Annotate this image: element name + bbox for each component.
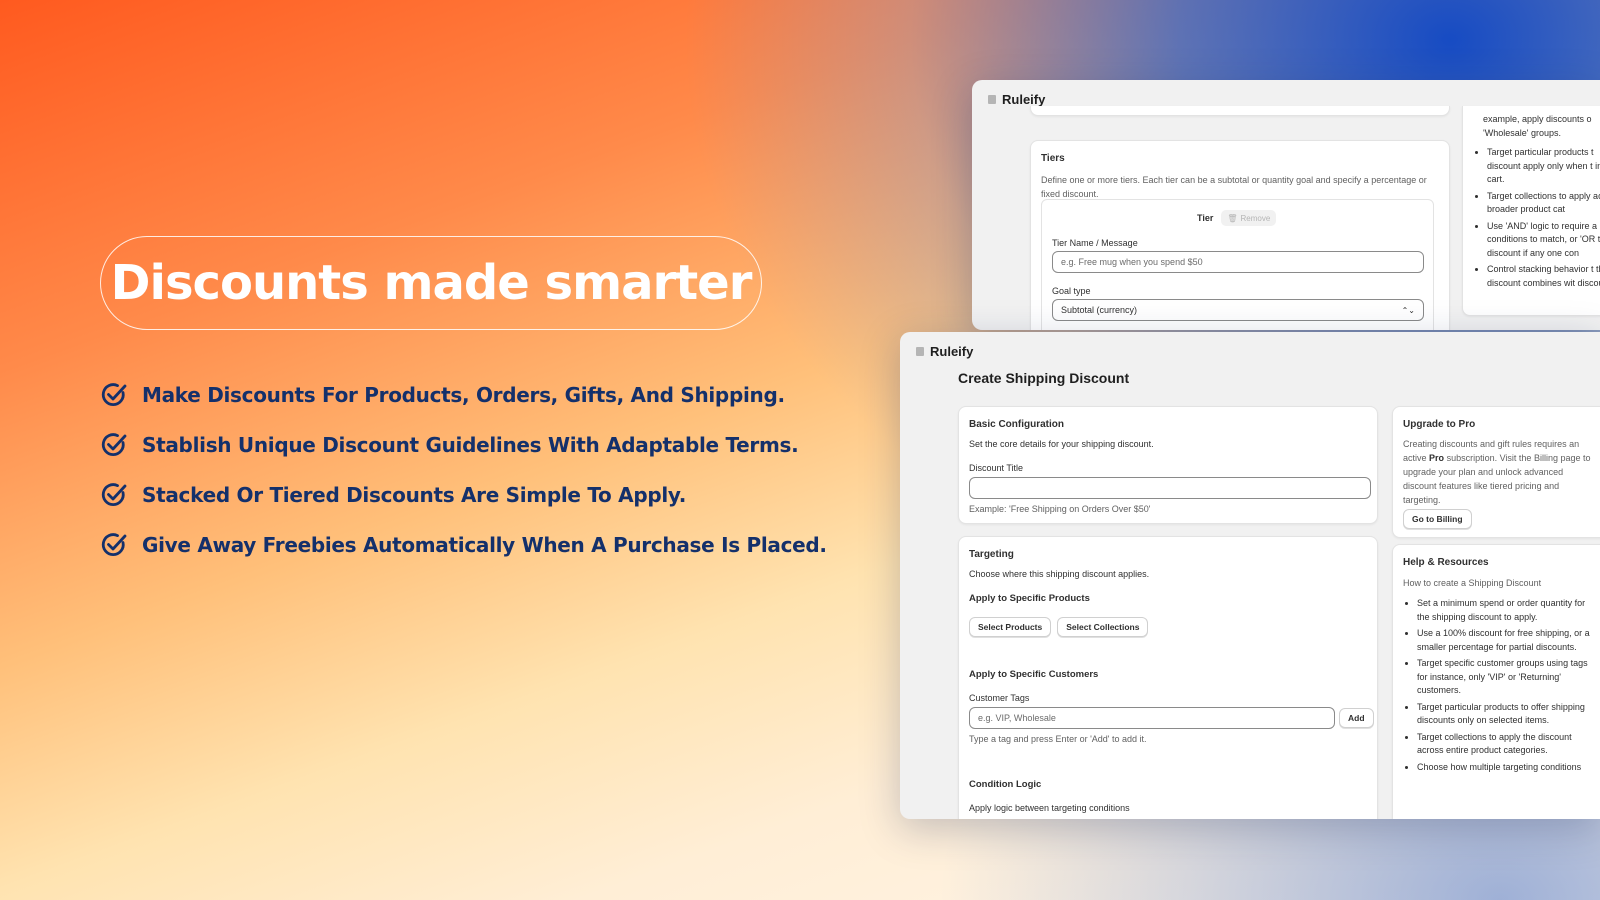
tier-label: Tier [1197,213,1214,223]
app-icon [916,346,924,356]
headline-pill: Discounts made smarter [100,236,762,330]
condition-logic-description: Apply logic between targeting conditions [969,803,1130,813]
check-circle-icon [101,483,127,507]
basic-configuration-card: Basic Configuration Set the core details… [958,406,1378,524]
discount-title-label: Discount Title [969,463,1024,473]
select-products-button[interactable]: Select Products [969,617,1052,637]
feature-item: Stablish Unique Discount Guidelines With… [100,420,827,470]
customer-tags-input[interactable]: e.g. VIP, Wholesale [969,707,1335,729]
list-item: Target particular products to offer ship… [1417,701,1599,728]
product-buttons: Select Products Select Collections [969,617,1149,637]
targeting-description: Choose where this shipping discount appl… [969,569,1150,579]
feature-item: Stacked Or Tiered Discounts Are Simple T… [100,470,827,520]
feature-item: Make Discounts For Products, Orders, Gif… [100,370,827,420]
discount-title-help: Example: 'Free Shipping on Orders Over $… [969,504,1151,514]
customer-tags-label: Customer Tags [969,693,1030,703]
check-circle-icon [101,433,127,457]
goal-type-value: Subtotal (currency) [1061,305,1138,315]
tier-name-placeholder: e.g. Free mug when you spend $50 [1061,257,1203,267]
upgrade-text-bold: Pro [1429,453,1445,463]
condition-logic-heading: Condition Logic [969,779,1042,790]
side-help-top-text: example, apply discounts o 'Wholesale' g… [1483,114,1592,138]
check-circle-icon [101,383,127,407]
help-subtitle: How to create a Shipping Discount [1403,578,1542,588]
front-app-window: Ruleify Create Shipping Discount Basic C… [900,332,1600,819]
feature-text: Make Discounts For Products, Orders, Gif… [142,383,785,407]
add-tag-button[interactable]: Add [1339,708,1374,728]
goal-type-label: Goal type [1052,286,1091,296]
remove-button[interactable]: 🗑 Remove [1221,210,1277,226]
headline: Discounts made smarter [110,255,753,311]
back-app-window: Ruleify Tiers Define one or more tiers. … [972,80,1600,330]
list-item: Target collections to apply the discount… [1417,731,1599,758]
help-list: Set a minimum spend or order quantity fo… [1403,597,1599,777]
go-to-billing-button[interactable]: Go to Billing [1403,509,1472,529]
customer-tags-help: Type a tag and press Enter or 'Add' to a… [969,734,1147,744]
tier-name-label: Tier Name / Message [1052,238,1138,248]
feature-list: Make Discounts For Products, Orders, Gif… [100,370,827,570]
list-item: Use a 100% discount for free shipping, o… [1417,627,1599,654]
app-name: Ruleify [930,343,974,359]
basic-description: Set the core details for your shipping d… [969,439,1154,449]
app-icon [988,94,996,104]
help-resources-card: Help & Resources How to create a Shippin… [1392,544,1600,819]
products-heading: Apply to Specific Products [969,593,1090,604]
list-item: Target particular products t discount ap… [1487,146,1600,187]
list-item: Target collections to apply across broad… [1487,190,1600,217]
list-item: Set a minimum spend or order quantity fo… [1417,597,1599,624]
window-header: Ruleify [900,332,1600,370]
discount-title-input[interactable] [969,477,1371,499]
tier-name-input[interactable]: e.g. Free mug when you spend $50 [1052,251,1424,273]
previous-card-edge [1030,106,1450,116]
app-name: Ruleify [1002,91,1046,107]
upgrade-card: Upgrade to Pro Creating discounts and gi… [1392,406,1600,538]
feature-item: Give Away Freebies Automatically When A … [100,520,827,570]
trash-icon: 🗑 [1227,213,1238,223]
feature-text: Give Away Freebies Automatically When A … [142,533,827,557]
help-title: Help & Resources [1403,557,1489,568]
select-arrows-icon: ⌃⌄ [1401,305,1415,315]
side-help-list: Target particular products t discount ap… [1473,146,1600,293]
list-item: Use 'AND' logic to require a conditions … [1487,220,1600,261]
goal-type-select[interactable]: Subtotal (currency) ⌃⌄ [1052,299,1424,321]
targeting-title: Targeting [969,549,1014,560]
tier-header: Tier 🗑 Remove [1197,210,1277,226]
feature-text: Stacked Or Tiered Discounts Are Simple T… [142,483,687,507]
customer-tags-placeholder: e.g. VIP, Wholesale [978,713,1056,723]
remove-label: Remove [1240,213,1271,223]
select-collections-button[interactable]: Select Collections [1057,617,1149,637]
list-item: Target specific customer groups using ta… [1417,657,1599,698]
upgrade-text: Creating discounts and gift rules requir… [1403,437,1599,507]
basic-title: Basic Configuration [969,419,1065,430]
tier-box: Tier 🗑 Remove Tier Name / Message e.g. F… [1041,199,1434,330]
list-item: Control stacking behavior t this discoun… [1487,263,1600,290]
tiers-description: Define one or more tiers. Each tier can … [1041,175,1427,199]
check-circle-icon [101,533,127,557]
upgrade-title: Upgrade to Pro [1403,419,1476,430]
side-help-card: example, apply discounts o 'Wholesale' g… [1462,106,1600,316]
targeting-card: Targeting Choose where this shipping dis… [958,536,1378,819]
tiers-title: Tiers [1041,153,1065,164]
feature-text: Stablish Unique Discount Guidelines With… [142,433,799,457]
customers-heading: Apply to Specific Customers [969,669,1099,680]
tiers-card: Tiers Define one or more tiers. Each tie… [1030,140,1450,330]
list-item: Choose how multiple targeting conditions [1417,761,1599,775]
page-title: Create Shipping Discount [958,370,1130,386]
